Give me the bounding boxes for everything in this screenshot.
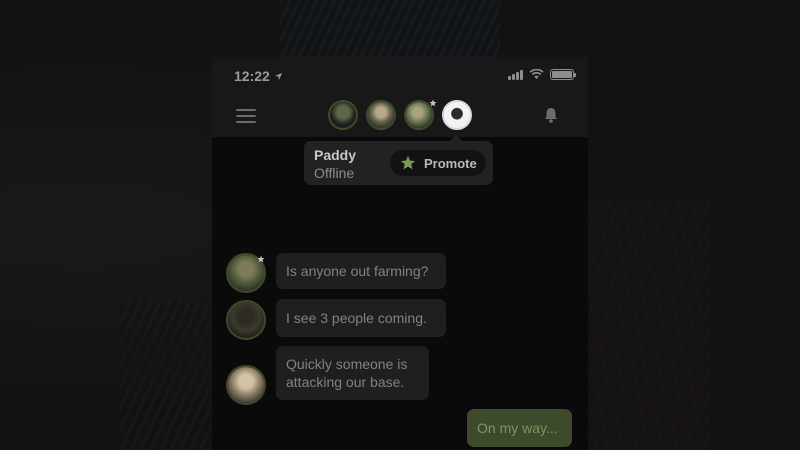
promote-button[interactable]: Promote — [390, 150, 486, 176]
star-icon — [400, 155, 416, 170]
background-decoration — [120, 300, 220, 450]
status-time: 12:22 — [234, 68, 283, 84]
message-bubble: I see 3 people coming. — [276, 299, 446, 337]
popover-user-name: Paddy — [314, 147, 357, 163]
message-avatar[interactable] — [226, 365, 266, 405]
signal-icon — [508, 69, 523, 80]
outgoing-message-bubble: On my way... — [467, 409, 572, 447]
background-decoration — [590, 200, 710, 450]
popover-user-status: Offline — [314, 165, 355, 181]
header-avatar-1[interactable] — [328, 100, 358, 130]
location-arrow-icon — [274, 72, 282, 80]
wifi-icon — [529, 69, 544, 80]
message-text: I see 3 people coming. — [286, 310, 427, 326]
battery-icon — [550, 69, 576, 80]
message-avatar[interactable] — [226, 300, 266, 340]
menu-icon[interactable] — [236, 109, 256, 123]
bell-icon[interactable] — [542, 106, 560, 124]
promote-label: Promote — [424, 155, 477, 171]
header-avatar-paddy[interactable] — [442, 100, 472, 130]
status-icons — [508, 69, 576, 80]
time-text: 12:22 — [234, 68, 270, 84]
message-bubble: Is anyone out farming? — [276, 253, 446, 289]
star-badge-icon — [257, 255, 265, 263]
status-bar: 12:22 — [212, 57, 588, 93]
message-bubble: Quickly someone is attacking our base. — [276, 346, 429, 400]
background-decoration — [280, 0, 500, 60]
header-avatar-2[interactable] — [366, 100, 396, 130]
star-badge-icon — [429, 99, 437, 107]
message-text: On my way... — [477, 420, 558, 436]
phone-screen: 12:22 Paddy Offline Promote Is anyone ou… — [212, 57, 588, 450]
message-text: Quickly someone is attacking our base. — [286, 356, 408, 390]
background: 12:22 Paddy Offline Promote Is anyone ou… — [0, 0, 800, 450]
user-popover: Paddy Offline Promote — [304, 135, 493, 185]
message-text: Is anyone out farming? — [286, 263, 429, 279]
chat-header — [212, 93, 588, 137]
